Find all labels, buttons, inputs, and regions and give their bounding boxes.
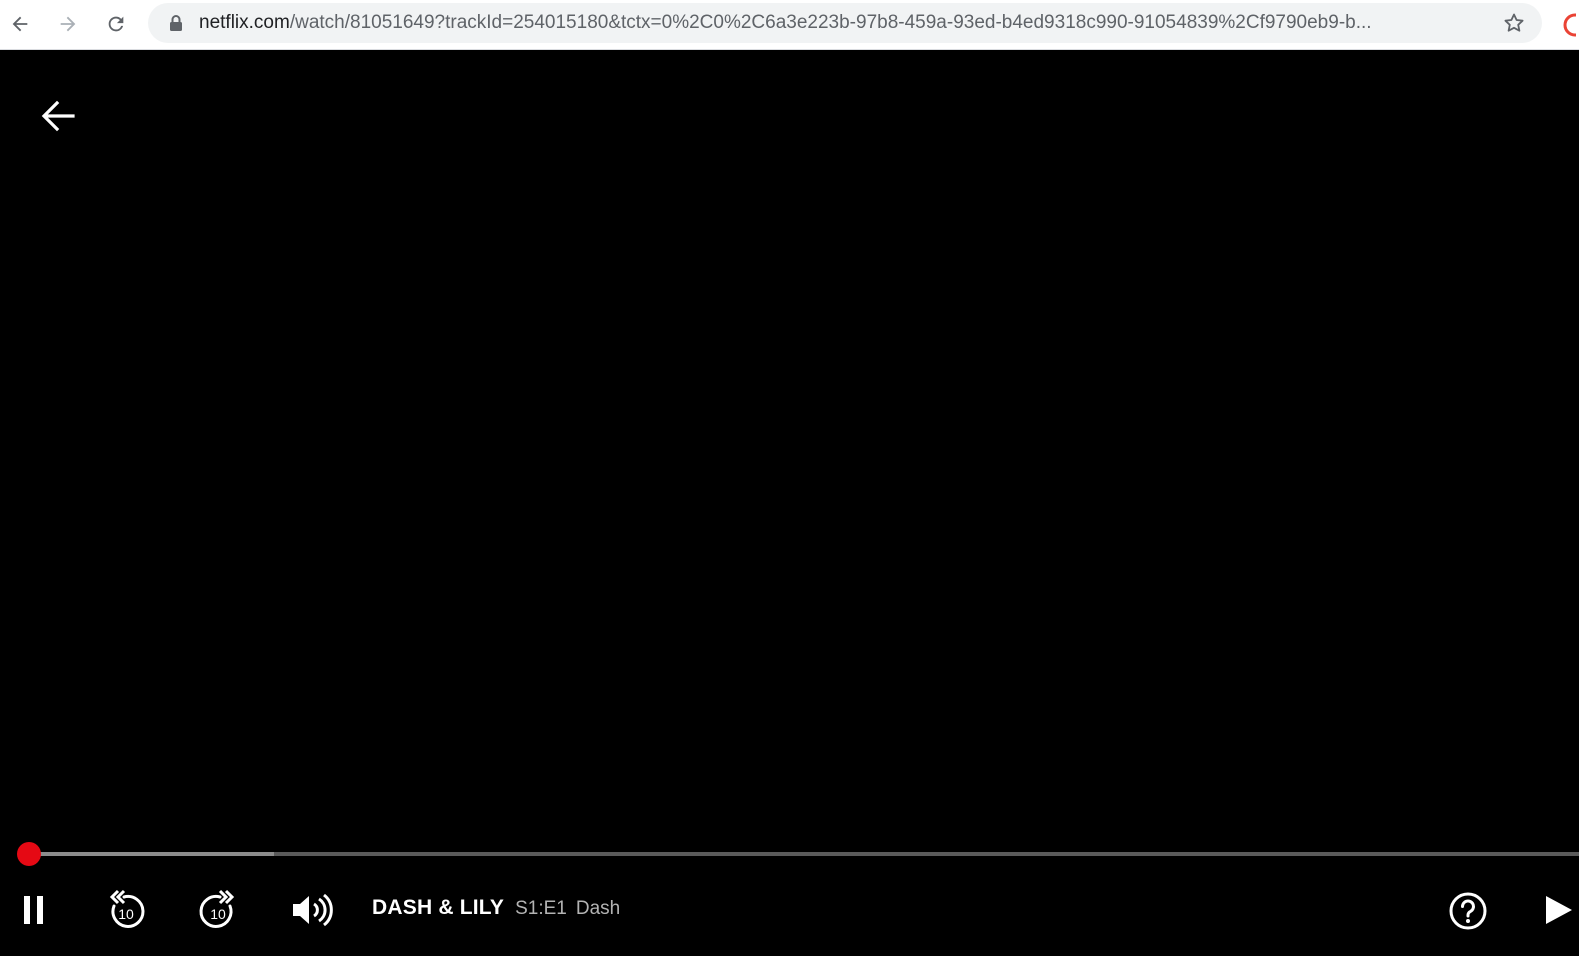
- lock-icon: [170, 15, 182, 31]
- pause-icon: [24, 896, 43, 924]
- next-episode-button[interactable]: [1543, 892, 1579, 928]
- volume-button[interactable]: [290, 890, 334, 930]
- rewind-seconds-label: 10: [118, 906, 134, 922]
- episode-number: S1:E1: [515, 898, 567, 919]
- extension-badge-icon: [1563, 13, 1576, 37]
- url-text[interactable]: netflix.com/watch/81051649?trackId=25401…: [199, 12, 1489, 34]
- browser-forward-button[interactable]: [52, 8, 84, 40]
- scrubber-handle[interactable]: [16, 842, 41, 866]
- url-path: /watch/81051649?trackId=254015180&tctx=0…: [289, 12, 1372, 33]
- progress-bar[interactable]: [16, 842, 1579, 866]
- browser-toolbar: netflix.com/watch/81051649?trackId=25401…: [0, 0, 1579, 50]
- show-title: DASH & LILY: [372, 896, 505, 919]
- extension-icon[interactable]: [1562, 12, 1576, 38]
- help-icon: [1449, 892, 1487, 930]
- url-host: netflix.com: [199, 12, 290, 33]
- next-episode-icon: [1546, 896, 1572, 924]
- help-button[interactable]: [1447, 890, 1489, 932]
- arrow-right-icon: [60, 16, 76, 32]
- volume-icon: [293, 893, 333, 927]
- arrow-left-icon: [41, 100, 75, 132]
- rewind-icon: 10: [109, 889, 145, 928]
- bookmark-star-icon[interactable]: [1502, 11, 1526, 35]
- forward-10-button[interactable]: 10: [196, 886, 240, 934]
- arrow-left-icon: [12, 16, 28, 32]
- back-to-browse-button[interactable]: [38, 96, 78, 136]
- address-bar[interactable]: netflix.com/watch/81051649?trackId=25401…: [148, 3, 1542, 43]
- forward-seconds-label: 10: [210, 906, 226, 922]
- rewind-10-button[interactable]: 10: [104, 886, 148, 934]
- reload-icon: [108, 16, 124, 32]
- fast-forward-icon: 10: [199, 889, 235, 928]
- video-player[interactable]: 10 10 DASH & LILY S1:E1 Dash: [0, 50, 1579, 956]
- now-playing-title: DASH & LILY S1:E1 Dash: [372, 896, 620, 924]
- episode-title: Dash: [575, 898, 621, 919]
- pause-button[interactable]: [16, 888, 52, 932]
- buffered-fill: [18, 852, 274, 856]
- browser-reload-button[interactable]: [100, 8, 132, 40]
- browser-back-button[interactable]: [4, 8, 36, 40]
